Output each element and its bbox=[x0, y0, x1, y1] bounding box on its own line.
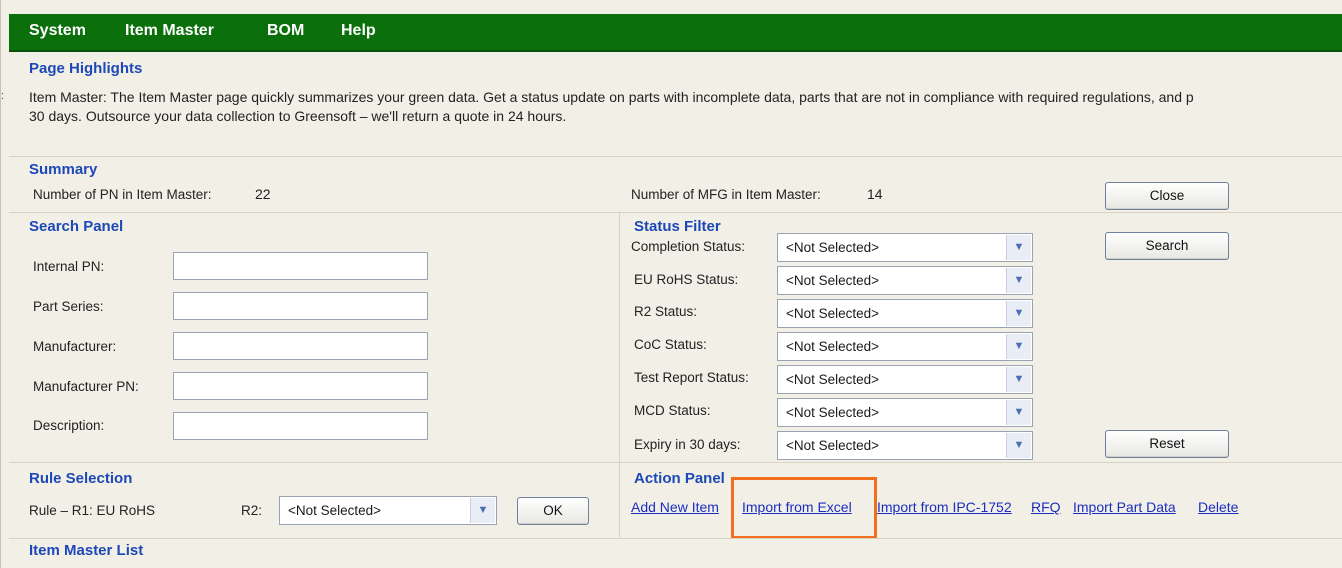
divider bbox=[619, 462, 620, 538]
select-value: <Not Selected> bbox=[786, 339, 880, 354]
r2-rule-select[interactable]: <Not Selected> ▼ bbox=[279, 496, 497, 525]
mfg-count-value: 14 bbox=[867, 186, 883, 202]
reset-button[interactable]: Reset bbox=[1105, 430, 1229, 458]
completion-status-select[interactable]: <Not Selected> ▼ bbox=[777, 233, 1033, 262]
divider bbox=[9, 462, 1342, 463]
summary-title: Summary bbox=[29, 161, 98, 178]
expiry-label: Expiry in 30 days: bbox=[634, 437, 741, 452]
eu-rohs-status-label: EU RoHS Status: bbox=[634, 272, 739, 287]
coc-status-select[interactable]: <Not Selected> ▼ bbox=[777, 332, 1033, 361]
eu-rohs-status-select[interactable]: <Not Selected> ▼ bbox=[777, 266, 1033, 295]
select-value: <Not Selected> bbox=[786, 372, 880, 387]
status-filter-title: Status Filter bbox=[634, 218, 721, 235]
menu-bom[interactable]: BOM bbox=[267, 22, 304, 40]
chevron-down-icon[interactable]: ▼ bbox=[470, 498, 495, 523]
manufacturer-pn-input[interactable] bbox=[173, 372, 428, 400]
select-value: <Not Selected> bbox=[786, 405, 880, 420]
select-value: <Not Selected> bbox=[288, 503, 382, 518]
internal-pn-label: Internal PN: bbox=[33, 259, 105, 274]
chevron-down-icon[interactable]: ▼ bbox=[1006, 235, 1031, 260]
pn-count-label: Number of PN in Item Master: bbox=[33, 187, 212, 202]
divider bbox=[9, 156, 1342, 157]
expiry-select[interactable]: <Not Selected> ▼ bbox=[777, 431, 1033, 460]
rule-selection-title: Rule Selection bbox=[29, 470, 133, 487]
chevron-down-icon[interactable]: ▼ bbox=[1006, 433, 1031, 458]
search-button[interactable]: Search bbox=[1105, 232, 1229, 260]
test-report-status-label: Test Report Status: bbox=[634, 370, 749, 385]
divider bbox=[9, 212, 1342, 213]
mfg-count-label: Number of MFG in Item Master: bbox=[631, 187, 821, 202]
chevron-down-icon[interactable]: ▼ bbox=[1006, 334, 1031, 359]
internal-pn-input[interactable] bbox=[173, 252, 428, 280]
coc-status-label: CoC Status: bbox=[634, 337, 707, 352]
part-series-input[interactable] bbox=[173, 292, 428, 320]
manufacturer-input[interactable] bbox=[173, 332, 428, 360]
description-label: Description: bbox=[33, 418, 105, 433]
page-highlights-text: Item Master: The Item Master page quickl… bbox=[29, 89, 1194, 124]
test-report-status-select[interactable]: <Not Selected> ▼ bbox=[777, 365, 1033, 394]
mcd-status-label: MCD Status: bbox=[634, 403, 711, 418]
pn-count-value: 22 bbox=[255, 186, 271, 202]
r2-label: R2: bbox=[241, 503, 263, 518]
part-series-label: Part Series: bbox=[33, 299, 104, 314]
rfq-link[interactable]: RFQ bbox=[1031, 499, 1061, 515]
item-master-window: System Item Master BOM Help Page Highlig… bbox=[0, 0, 1342, 568]
add-new-item-link[interactable]: Add New Item bbox=[631, 499, 719, 515]
completion-status-label: Completion Status: bbox=[631, 239, 746, 254]
chevron-down-icon[interactable]: ▼ bbox=[1006, 367, 1031, 392]
chevron-down-icon[interactable]: ▼ bbox=[1006, 301, 1031, 326]
menu-bar: System Item Master BOM Help bbox=[9, 14, 1342, 52]
select-value: <Not Selected> bbox=[786, 273, 880, 288]
chevron-down-icon[interactable]: ▼ bbox=[1006, 268, 1031, 293]
manufacturer-pn-label: Manufacturer PN: bbox=[33, 379, 139, 394]
item-master-list-title: Item Master List bbox=[29, 542, 144, 559]
import-from-ipc-1752-link[interactable]: Import from IPC-1752 bbox=[877, 499, 1023, 515]
left-edge-mark: : bbox=[1, 90, 5, 102]
highlight-annotation-box bbox=[731, 477, 877, 539]
r2-status-select[interactable]: <Not Selected> ▼ bbox=[777, 299, 1033, 328]
menu-system[interactable]: System bbox=[29, 22, 86, 40]
select-value: <Not Selected> bbox=[786, 306, 880, 321]
menu-help[interactable]: Help bbox=[341, 22, 376, 40]
description-input[interactable] bbox=[173, 412, 428, 440]
delete-link[interactable]: Delete bbox=[1198, 499, 1238, 515]
divider bbox=[619, 212, 620, 462]
mcd-status-select[interactable]: <Not Selected> ▼ bbox=[777, 398, 1033, 427]
ok-button[interactable]: OK bbox=[517, 497, 589, 525]
divider bbox=[9, 538, 1342, 539]
menu-item-master[interactable]: Item Master bbox=[125, 22, 214, 40]
manufacturer-label: Manufacturer: bbox=[33, 339, 117, 354]
r2-status-label: R2 Status: bbox=[634, 304, 698, 319]
action-panel-title: Action Panel bbox=[634, 470, 725, 487]
page-highlights-title: Page Highlights bbox=[29, 60, 143, 77]
select-value: <Not Selected> bbox=[786, 438, 880, 453]
import-part-data-link[interactable]: Import Part Data bbox=[1073, 499, 1176, 515]
search-panel-title: Search Panel bbox=[29, 218, 124, 235]
select-value: <Not Selected> bbox=[786, 240, 880, 255]
rule-text: Rule – R1: EU RoHS bbox=[29, 503, 156, 518]
chevron-down-icon[interactable]: ▼ bbox=[1006, 400, 1031, 425]
close-button[interactable]: Close bbox=[1105, 182, 1229, 210]
